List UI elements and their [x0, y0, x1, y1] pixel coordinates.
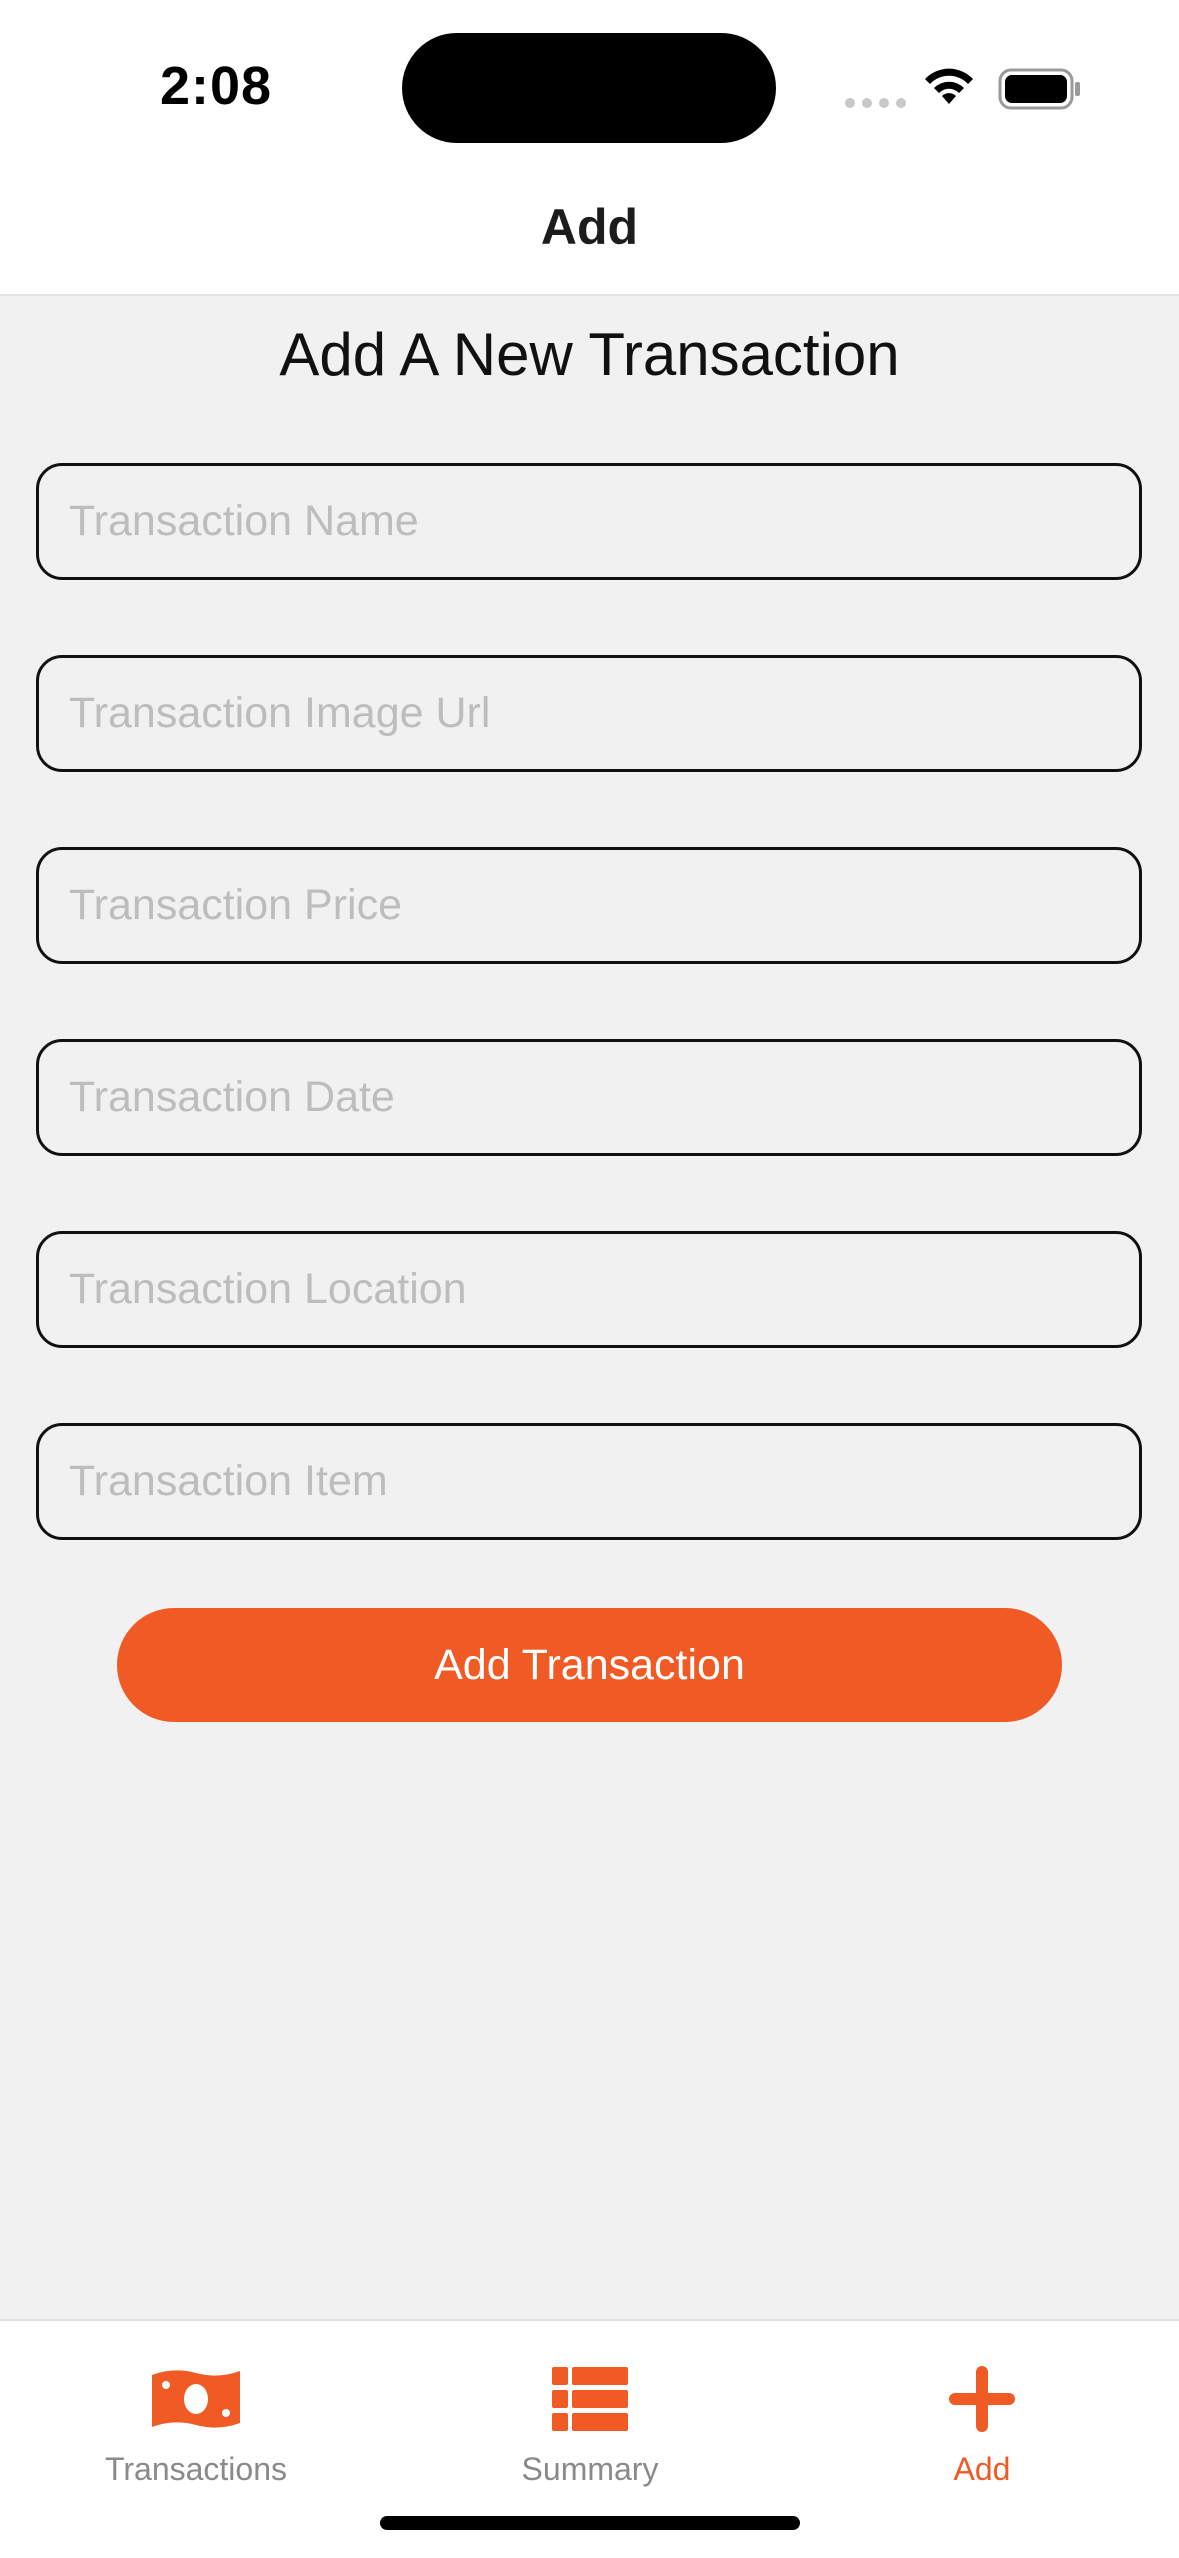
plus-icon [832, 2359, 1132, 2439]
tab-add-label: Add [953, 2451, 1011, 2487]
transaction-location-field[interactable] [36, 1231, 1142, 1348]
tab-summary[interactable]: Summary [440, 2341, 740, 2501]
tab-transactions[interactable]: Transactions [46, 2341, 346, 2501]
tab-add[interactable]: Add [832, 2341, 1132, 2501]
tab-transactions-label: Transactions [105, 2451, 287, 2487]
form-heading: Add A New Transaction [279, 321, 900, 388]
dynamic-island [402, 33, 776, 143]
status-time: 2:08 [160, 56, 273, 116]
add-transaction-button[interactable]: Add Transaction [117, 1608, 1062, 1722]
wifi-icon [920, 64, 978, 111]
status-bar: 2:08 [0, 0, 1179, 170]
transaction-price-field[interactable] [36, 847, 1142, 964]
navigation-bar: Add [0, 170, 1179, 296]
transaction-item-field[interactable] [36, 1423, 1142, 1540]
transaction-name-field[interactable] [36, 463, 1142, 580]
banknote-icon [46, 2359, 346, 2439]
battery-icon [998, 68, 1082, 115]
tab-summary-label: Summary [521, 2451, 659, 2487]
transaction-image-url-field[interactable] [36, 655, 1142, 772]
nav-title: Add [540, 199, 639, 255]
list-icon [440, 2359, 740, 2439]
cellular-signal-icon [845, 95, 913, 113]
home-indicator [380, 2516, 800, 2530]
transaction-date-field[interactable] [36, 1039, 1142, 1156]
